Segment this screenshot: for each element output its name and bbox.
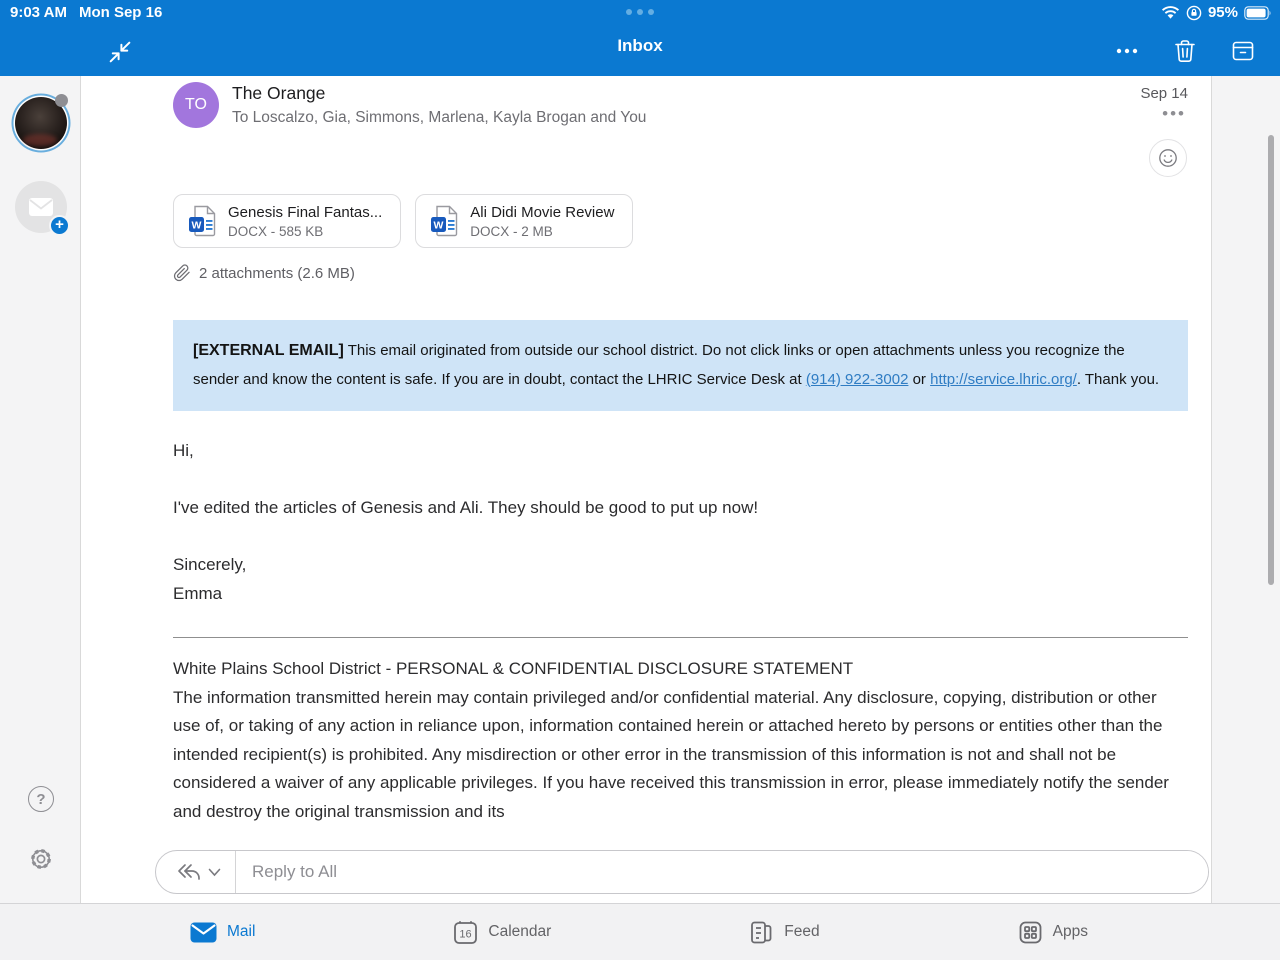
- svg-text:W: W: [192, 219, 202, 231]
- status-date: Mon Sep 16: [78, 4, 163, 21]
- reply-mode-button[interactable]: [156, 851, 235, 893]
- tab-mail[interactable]: Mail: [190, 922, 255, 943]
- body-greeting: Hi,: [173, 441, 194, 460]
- multitasking-dots-icon[interactable]: [626, 9, 654, 15]
- mail-icon: [190, 922, 217, 942]
- battery-percent: 95%: [1207, 4, 1238, 21]
- vertical-scrollbar[interactable]: [1268, 135, 1274, 585]
- wifi-icon: [1161, 5, 1180, 20]
- outlook-app: 9:03 AM Mon Sep 16 95% Inbox + ? TO The …: [0, 0, 1280, 960]
- tab-label: Mail: [227, 923, 256, 940]
- reply-strip: [81, 845, 1211, 903]
- word-doc-icon: W: [189, 205, 216, 237]
- plus-badge-icon: +: [49, 215, 70, 236]
- attachment-meta: DOCX - 585 KB: [228, 223, 324, 239]
- attachments-row: W Genesis Final Fantas... DOCX - 585 KB …: [173, 194, 1188, 248]
- signature-divider: [173, 637, 1188, 638]
- service-url-link[interactable]: http://service.lhric.org/: [930, 371, 1077, 388]
- disclosure-statement: White Plains School District - PERSONAL …: [173, 655, 1188, 827]
- reply-bar: [155, 850, 1209, 894]
- tab-apps[interactable]: Apps: [1018, 920, 1088, 945]
- phone-link[interactable]: (914) 922-3002: [806, 371, 909, 388]
- email-reading-pane: TO The Orange To Loscalzo, Gia, Simmons,…: [81, 76, 1211, 903]
- attachments-summary-text: 2 attachments (2.6 MB): [199, 264, 355, 282]
- attachment-name: Genesis Final Fantas...: [228, 203, 383, 221]
- message-more-icon[interactable]: •••: [1162, 104, 1186, 124]
- chevron-down-icon: [208, 868, 221, 876]
- envelope-icon: [29, 198, 53, 216]
- battery-icon: [1244, 5, 1272, 20]
- email-header: TO The Orange To Loscalzo, Gia, Simmons,…: [173, 80, 1188, 178]
- attachment-card[interactable]: W Genesis Final Fantas... DOCX - 585 KB: [173, 194, 402, 248]
- disclosure-body: The information transmitted herein may c…: [173, 687, 1169, 821]
- banner-text: . Thank you.: [1076, 370, 1160, 388]
- presence-dot-icon: [55, 94, 68, 107]
- apps-grid-icon: [1019, 921, 1042, 943]
- body-signature: Emma: [173, 583, 223, 603]
- tab-calendar[interactable]: 16 Calendar: [453, 920, 551, 945]
- add-account-button[interactable]: +: [15, 181, 70, 236]
- help-button[interactable]: ?: [28, 786, 54, 812]
- status-time: 9:03 AM: [10, 4, 67, 21]
- page-title: Inbox: [617, 36, 663, 55]
- attachments-summary: 2 attachments (2.6 MB): [173, 264, 1188, 282]
- banner-text: or: [908, 370, 931, 388]
- delete-icon[interactable]: [1172, 38, 1198, 64]
- external-email-label: [EXTERNAL EMAIL]: [193, 342, 344, 359]
- settings-gear-icon[interactable]: [28, 846, 54, 872]
- calendar-date-number: 16: [460, 928, 472, 940]
- body-closing: Sincerely,: [173, 555, 247, 574]
- disclosure-title: White Plains School District - PERSONAL …: [173, 659, 854, 678]
- account-avatar[interactable]: [15, 94, 68, 149]
- attachment-card[interactable]: W Ali Didi Movie Review DOCX - 2 MB: [415, 194, 634, 248]
- external-email-banner: [EXTERNAL EMAIL] This email originated f…: [173, 320, 1188, 411]
- bottom-tab-bar: Mail 16 Calendar Feed Apps: [0, 903, 1280, 960]
- accounts-sidebar: + ?: [0, 76, 81, 903]
- feed-icon: [751, 921, 772, 943]
- message-date: Sep 14: [1140, 85, 1188, 102]
- attachment-name: Ali Didi Movie Review: [470, 203, 615, 221]
- rotation-lock-icon: [1186, 5, 1202, 21]
- archive-icon[interactable]: [1230, 38, 1256, 64]
- right-gutter: [1211, 76, 1280, 903]
- sender-name: The Orange: [232, 83, 326, 103]
- body-message: I've edited the articles of Genesis and …: [173, 498, 759, 517]
- tab-label: Feed: [784, 923, 820, 940]
- tab-feed[interactable]: Feed: [749, 920, 820, 945]
- tab-label: Calendar: [488, 923, 552, 940]
- sender-avatar[interactable]: TO: [173, 82, 219, 128]
- main-area: + ? TO The Orange To Loscalzo, Gia, Simm…: [0, 76, 1280, 903]
- reply-input[interactable]: [236, 851, 1208, 893]
- calendar-icon: 16: [454, 920, 478, 944]
- attachment-meta: DOCX - 2 MB: [470, 223, 553, 239]
- nav-bar: Inbox: [0, 30, 1280, 74]
- svg-text:W: W: [434, 219, 444, 231]
- paperclip-icon: [173, 264, 190, 282]
- recipients-line[interactable]: To Loscalzo, Gia, Simmons, Marlena, Kayl…: [232, 109, 646, 127]
- reaction-smiley-button[interactable]: [1149, 139, 1187, 177]
- tab-label: Apps: [1052, 923, 1088, 940]
- word-doc-icon: W: [431, 205, 458, 237]
- app-header: 9:03 AM Mon Sep 16 95% Inbox: [0, 0, 1280, 76]
- more-options-icon[interactable]: [1114, 38, 1140, 64]
- reply-all-icon: [178, 864, 200, 880]
- status-bar: 9:03 AM Mon Sep 16 95%: [0, 4, 1280, 24]
- email-body: Hi, I've edited the articles of Genesis …: [173, 437, 1188, 608]
